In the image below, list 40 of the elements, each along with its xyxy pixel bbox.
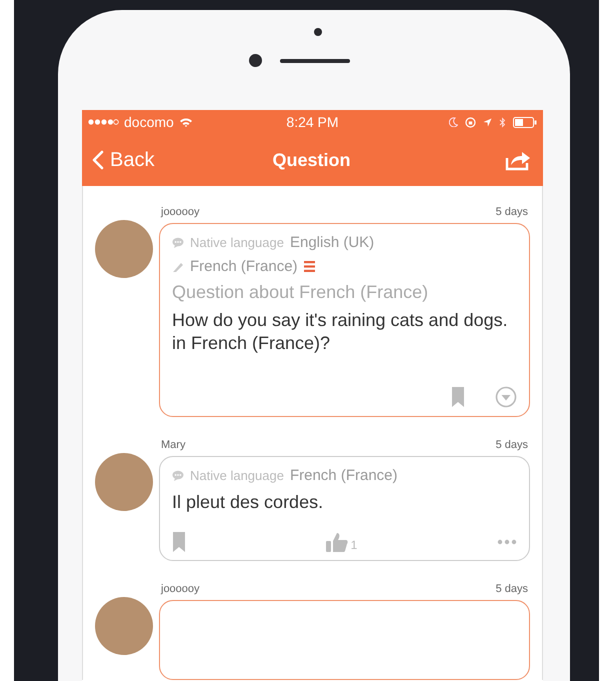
dropdown-circle-icon[interactable]: [495, 386, 517, 408]
chevron-left-icon: [92, 150, 104, 170]
question-heading: Question about French (France): [172, 282, 430, 303]
page-title: Question: [272, 150, 350, 170]
bluetooth-icon: [498, 116, 506, 128]
level-bars-icon: [304, 261, 315, 272]
location-arrow-icon: [482, 118, 492, 126]
native-language-label: Native language: [190, 468, 284, 483]
rotation-lock-icon: [464, 116, 476, 128]
username: Mary: [161, 438, 186, 451]
status-time: 8:24 PM: [286, 114, 339, 130]
speech-bubble-icon: [172, 237, 184, 248]
native-language-value: English (UK): [290, 234, 374, 251]
speech-bubble-icon: [172, 470, 184, 481]
carrier-name: docomo: [124, 114, 174, 130]
native-language-label: Native language: [190, 235, 284, 250]
bookmark-icon[interactable]: [172, 532, 186, 552]
learning-language: French (France): [190, 258, 298, 275]
pencil-icon: [172, 260, 184, 272]
wifi-icon: [178, 117, 193, 127]
post-time: 5 days: [496, 206, 528, 218]
post-text: Il pleut des cordes.: [172, 490, 324, 514]
like-count: 1: [350, 538, 358, 552]
bookmark-icon[interactable]: [451, 386, 465, 407]
more-icon[interactable]: [497, 539, 517, 546]
camera-icon: [248, 54, 262, 67]
username: joooooy: [161, 206, 200, 218]
signal-icon: [88, 119, 119, 125]
sensor-icon: [314, 28, 322, 36]
username: joooooy: [161, 583, 200, 596]
back-button[interactable]: Back: [92, 148, 202, 172]
speaker-icon: [280, 58, 350, 62]
share-icon[interactable]: [504, 149, 531, 171]
post-text: How do you say it's raining cats and dogs. in French (France)?: [172, 309, 509, 356]
battery-icon: [512, 116, 537, 128]
moon-icon: [448, 117, 458, 127]
native-language-value: French (France): [290, 466, 398, 484]
post-time: 5 days: [496, 438, 528, 451]
thumbs-up-icon[interactable]: [326, 532, 348, 552]
post-time: 5 days: [496, 583, 528, 596]
